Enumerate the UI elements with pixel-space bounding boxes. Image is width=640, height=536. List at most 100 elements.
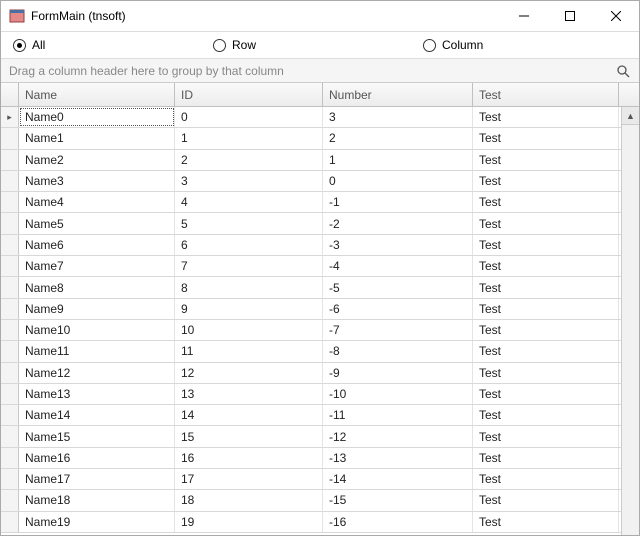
cell-test[interactable]: Test: [473, 213, 619, 233]
minimize-button[interactable]: [501, 1, 547, 31]
cell-number[interactable]: -8: [323, 341, 473, 361]
cell-id[interactable]: 16: [175, 448, 323, 468]
cell-test[interactable]: Test: [473, 512, 619, 532]
cell-id[interactable]: 8: [175, 277, 323, 297]
cell-test[interactable]: Test: [473, 277, 619, 297]
radio-row[interactable]: Row: [213, 38, 423, 52]
cell-test[interactable]: Test: [473, 256, 619, 276]
cell-test[interactable]: Test: [473, 235, 619, 255]
cell-name[interactable]: Name19: [19, 512, 175, 532]
cell-id[interactable]: 19: [175, 512, 323, 532]
table-row[interactable]: Name1212-9Test: [1, 363, 621, 384]
cell-test[interactable]: Test: [473, 171, 619, 191]
cell-name[interactable]: Name4: [19, 192, 175, 212]
cell-id[interactable]: 14: [175, 405, 323, 425]
cell-name[interactable]: Name17: [19, 469, 175, 489]
cell-name[interactable]: Name12: [19, 363, 175, 383]
column-header-id[interactable]: ID: [175, 83, 323, 106]
cell-number[interactable]: -7: [323, 320, 473, 340]
cell-number[interactable]: -14: [323, 469, 473, 489]
scroll-up-button[interactable]: ▲: [622, 107, 639, 125]
cell-name[interactable]: Name15: [19, 426, 175, 446]
cell-id[interactable]: 3: [175, 171, 323, 191]
cell-number[interactable]: -13: [323, 448, 473, 468]
table-row[interactable]: Name112Test: [1, 128, 621, 149]
cell-id[interactable]: 2: [175, 150, 323, 170]
cell-test[interactable]: Test: [473, 107, 619, 127]
cell-test[interactable]: Test: [473, 384, 619, 404]
cell-name[interactable]: Name16: [19, 448, 175, 468]
table-row[interactable]: Name1111-8Test: [1, 341, 621, 362]
cell-number[interactable]: -15: [323, 490, 473, 510]
cell-id[interactable]: 12: [175, 363, 323, 383]
cell-test[interactable]: Test: [473, 150, 619, 170]
cell-number[interactable]: 1: [323, 150, 473, 170]
cell-name[interactable]: Name2: [19, 150, 175, 170]
cell-number[interactable]: -12: [323, 426, 473, 446]
cell-id[interactable]: 17: [175, 469, 323, 489]
cell-id[interactable]: 10: [175, 320, 323, 340]
cell-name[interactable]: Name1: [19, 128, 175, 148]
table-row[interactable]: Name66-3Test: [1, 235, 621, 256]
column-header-number[interactable]: Number: [323, 83, 473, 106]
cell-id[interactable]: 13: [175, 384, 323, 404]
cell-test[interactable]: Test: [473, 299, 619, 319]
table-row[interactable]: ▸Name003Test: [1, 107, 621, 128]
table-row[interactable]: Name1818-15Test: [1, 490, 621, 511]
search-icon[interactable]: [613, 61, 633, 81]
cell-test[interactable]: Test: [473, 405, 619, 425]
cell-number[interactable]: 2: [323, 128, 473, 148]
cell-test[interactable]: Test: [473, 192, 619, 212]
cell-name[interactable]: Name18: [19, 490, 175, 510]
close-button[interactable]: [593, 1, 639, 31]
cell-name[interactable]: Name14: [19, 405, 175, 425]
cell-test[interactable]: Test: [473, 128, 619, 148]
cell-test[interactable]: Test: [473, 448, 619, 468]
scroll-track[interactable]: [622, 125, 639, 535]
cell-name[interactable]: Name11: [19, 341, 175, 361]
cell-name[interactable]: Name5: [19, 213, 175, 233]
cell-number[interactable]: -2: [323, 213, 473, 233]
cell-test[interactable]: Test: [473, 469, 619, 489]
cell-id[interactable]: 7: [175, 256, 323, 276]
table-row[interactable]: Name1313-10Test: [1, 384, 621, 405]
cell-number[interactable]: 3: [323, 107, 473, 127]
cell-id[interactable]: 0: [175, 107, 323, 127]
cell-test[interactable]: Test: [473, 490, 619, 510]
cell-id[interactable]: 1: [175, 128, 323, 148]
cell-number[interactable]: -4: [323, 256, 473, 276]
column-header-name[interactable]: Name: [19, 83, 175, 106]
cell-id[interactable]: 5: [175, 213, 323, 233]
cell-number[interactable]: -6: [323, 299, 473, 319]
table-row[interactable]: Name1616-13Test: [1, 448, 621, 469]
table-row[interactable]: Name99-6Test: [1, 299, 621, 320]
cell-test[interactable]: Test: [473, 341, 619, 361]
cell-test[interactable]: Test: [473, 426, 619, 446]
table-row[interactable]: Name330Test: [1, 171, 621, 192]
table-row[interactable]: Name77-4Test: [1, 256, 621, 277]
cell-number[interactable]: -9: [323, 363, 473, 383]
vertical-scrollbar[interactable]: ▲: [621, 107, 639, 535]
cell-id[interactable]: 4: [175, 192, 323, 212]
cell-name[interactable]: Name7: [19, 256, 175, 276]
table-row[interactable]: Name55-2Test: [1, 213, 621, 234]
radio-all[interactable]: All: [13, 38, 213, 52]
cell-number[interactable]: -11: [323, 405, 473, 425]
table-row[interactable]: Name1414-11Test: [1, 405, 621, 426]
maximize-button[interactable]: [547, 1, 593, 31]
table-row[interactable]: Name1515-12Test: [1, 426, 621, 447]
cell-id[interactable]: 15: [175, 426, 323, 446]
cell-number[interactable]: -1: [323, 192, 473, 212]
cell-name[interactable]: Name0: [19, 107, 175, 127]
cell-name[interactable]: Name13: [19, 384, 175, 404]
table-row[interactable]: Name88-5Test: [1, 277, 621, 298]
table-row[interactable]: Name44-1Test: [1, 192, 621, 213]
radio-column[interactable]: Column: [423, 38, 483, 52]
cell-name[interactable]: Name10: [19, 320, 175, 340]
cell-id[interactable]: 6: [175, 235, 323, 255]
cell-number[interactable]: -16: [323, 512, 473, 532]
table-row[interactable]: Name1919-16Test: [1, 512, 621, 533]
cell-number[interactable]: -3: [323, 235, 473, 255]
cell-name[interactable]: Name8: [19, 277, 175, 297]
table-row[interactable]: Name1010-7Test: [1, 320, 621, 341]
